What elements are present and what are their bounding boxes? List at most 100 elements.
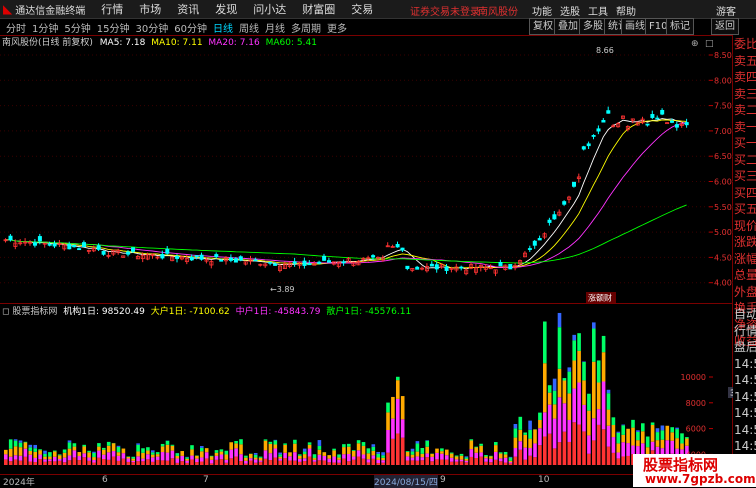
indicator-bar-segment [141,448,145,453]
menu-market[interactable]: 市场 [139,1,161,17]
indicator-bar-segment [381,463,385,465]
indicator-bar-segment [494,452,498,460]
indicator-bar-segment [342,454,346,458]
indicator-bar-segment [229,450,233,459]
main-y-tick-label: 7.50 [714,102,732,111]
period-weekly[interactable]: 周线 [239,20,259,35]
overlay-button[interactable]: 叠加 [554,18,582,35]
candlestick-chart[interactable]: 8.508.007.507.006.506.005.505.004.504.00… [0,35,733,303]
indicator-bar-segment [92,460,96,462]
period-multi[interactable]: 多周期 [291,20,321,35]
period-15min[interactable]: 15分钟 [97,20,130,35]
mark-button[interactable]: 标记 [666,18,694,35]
indicator-bar-segment [474,458,478,465]
adjust-button[interactable]: 复权 [529,18,557,35]
candle-body [372,256,375,258]
maximize-icon[interactable]: □ [705,39,714,49]
order-item-1: 卖五 [734,53,756,70]
candle-body [685,122,688,124]
indicator-bar-segment [38,449,42,450]
indicator-name[interactable]: 股票指标网 [12,307,57,317]
indicator-bar-segment [342,447,346,454]
menu-trade[interactable]: 交易 [351,1,373,17]
indicator-bar-segment [391,439,395,465]
menu-function[interactable]: 功能 [532,3,552,18]
indicator-bar-segment [440,460,444,465]
indicator-bar-segment [548,434,552,465]
indicator-bar-segment [430,461,434,465]
back-button[interactable]: 返回 [711,18,739,35]
indicator-bar-segment [82,457,86,465]
indicator-bar-segment [195,456,199,459]
indicator-bar-segment [215,460,219,465]
indicator-bar-segment [19,443,23,448]
expand-icon[interactable]: ⊕ [691,39,699,49]
indicator-bar-segment [499,452,503,453]
indicator-bar-segment [146,454,150,459]
multi-stock-button[interactable]: 多股 [579,18,607,35]
candle-body [656,118,659,119]
indicator-bar-segment [166,445,170,453]
indicator-bar-segment [122,449,126,454]
main-y-tick-label: 7.00 [714,127,732,136]
candle-body [572,182,575,186]
period-monthly[interactable]: 月线 [265,20,285,35]
indicator-bar-segment [53,461,57,465]
candle-body [131,248,134,252]
period-more[interactable]: 更多 [327,20,347,35]
candle-body [190,257,193,260]
indicator-bar-segment [43,451,47,454]
indicator-bar-segment [352,451,356,457]
menu-ask[interactable]: 问小达 [253,1,286,17]
indicator-bar-segment [234,457,238,465]
indicator-bar-segment [416,441,420,443]
indicator-chart[interactable]: 100008000600040002000 3902 [0,303,733,473]
indicator-bar-segment [318,446,322,450]
period-1min[interactable]: 1分钟 [32,20,58,35]
menu-quotes[interactable]: 行情 [101,1,123,17]
period-30min[interactable]: 30分钟 [135,20,168,35]
indicator-bar-segment [612,453,616,465]
indicator-bar-segment [558,397,562,442]
menu-news[interactable]: 资讯 [177,1,199,17]
indicator-bar-segment [519,417,523,430]
indicator-bar-segment [33,445,37,448]
order-item-8: 买三 [734,168,756,185]
indicator-bar-segment [87,451,91,452]
indicator-bar-segment [92,457,96,460]
indicator-bar-segment [127,459,131,462]
indicator-bar-segment [337,463,341,465]
indicator-bar-segment [131,459,135,461]
indicator-bar-segment [661,425,665,430]
indicator-bar-segment [656,440,660,447]
indicator-bar-segment [210,456,214,459]
indicator-bar-segment [617,433,621,444]
menu-wealth[interactable]: 财富圈 [302,1,335,17]
ma-lines [6,119,687,269]
login-notice[interactable]: 证券交易未登录 [410,3,480,18]
indicator-bar-segment [533,430,537,444]
indicator-bar-segment [234,448,238,456]
indicator-bar-segment [63,458,67,463]
indicator-bar-segment [538,445,542,465]
indicator-bar-segment [680,443,684,449]
indicator-bar-segment [58,461,62,465]
indicator-bar-segment [283,443,287,444]
menu-help[interactable]: 帮助 [616,3,636,18]
indicator-bar-segment [308,456,312,465]
period-5min[interactable]: 5分钟 [64,20,90,35]
indicator-bar-segment [225,460,229,463]
candle-body [48,244,51,245]
period-60min[interactable]: 60分钟 [174,20,207,35]
indicator-bar-segment [82,446,86,453]
indicator-bar-segment [489,456,493,458]
menu-discover[interactable]: 发现 [215,1,237,17]
menu-tools[interactable]: 工具 [588,3,608,18]
menu-guest[interactable]: 游客 [716,3,736,18]
period-intraday[interactable]: 分时 [6,20,26,35]
period-daily[interactable]: 日线 [213,20,233,35]
indicator-bar-segment [53,457,57,462]
menu-select-stock[interactable]: 选股 [560,3,580,18]
candle-body [597,129,600,131]
indicator-bar-segment [504,452,508,454]
